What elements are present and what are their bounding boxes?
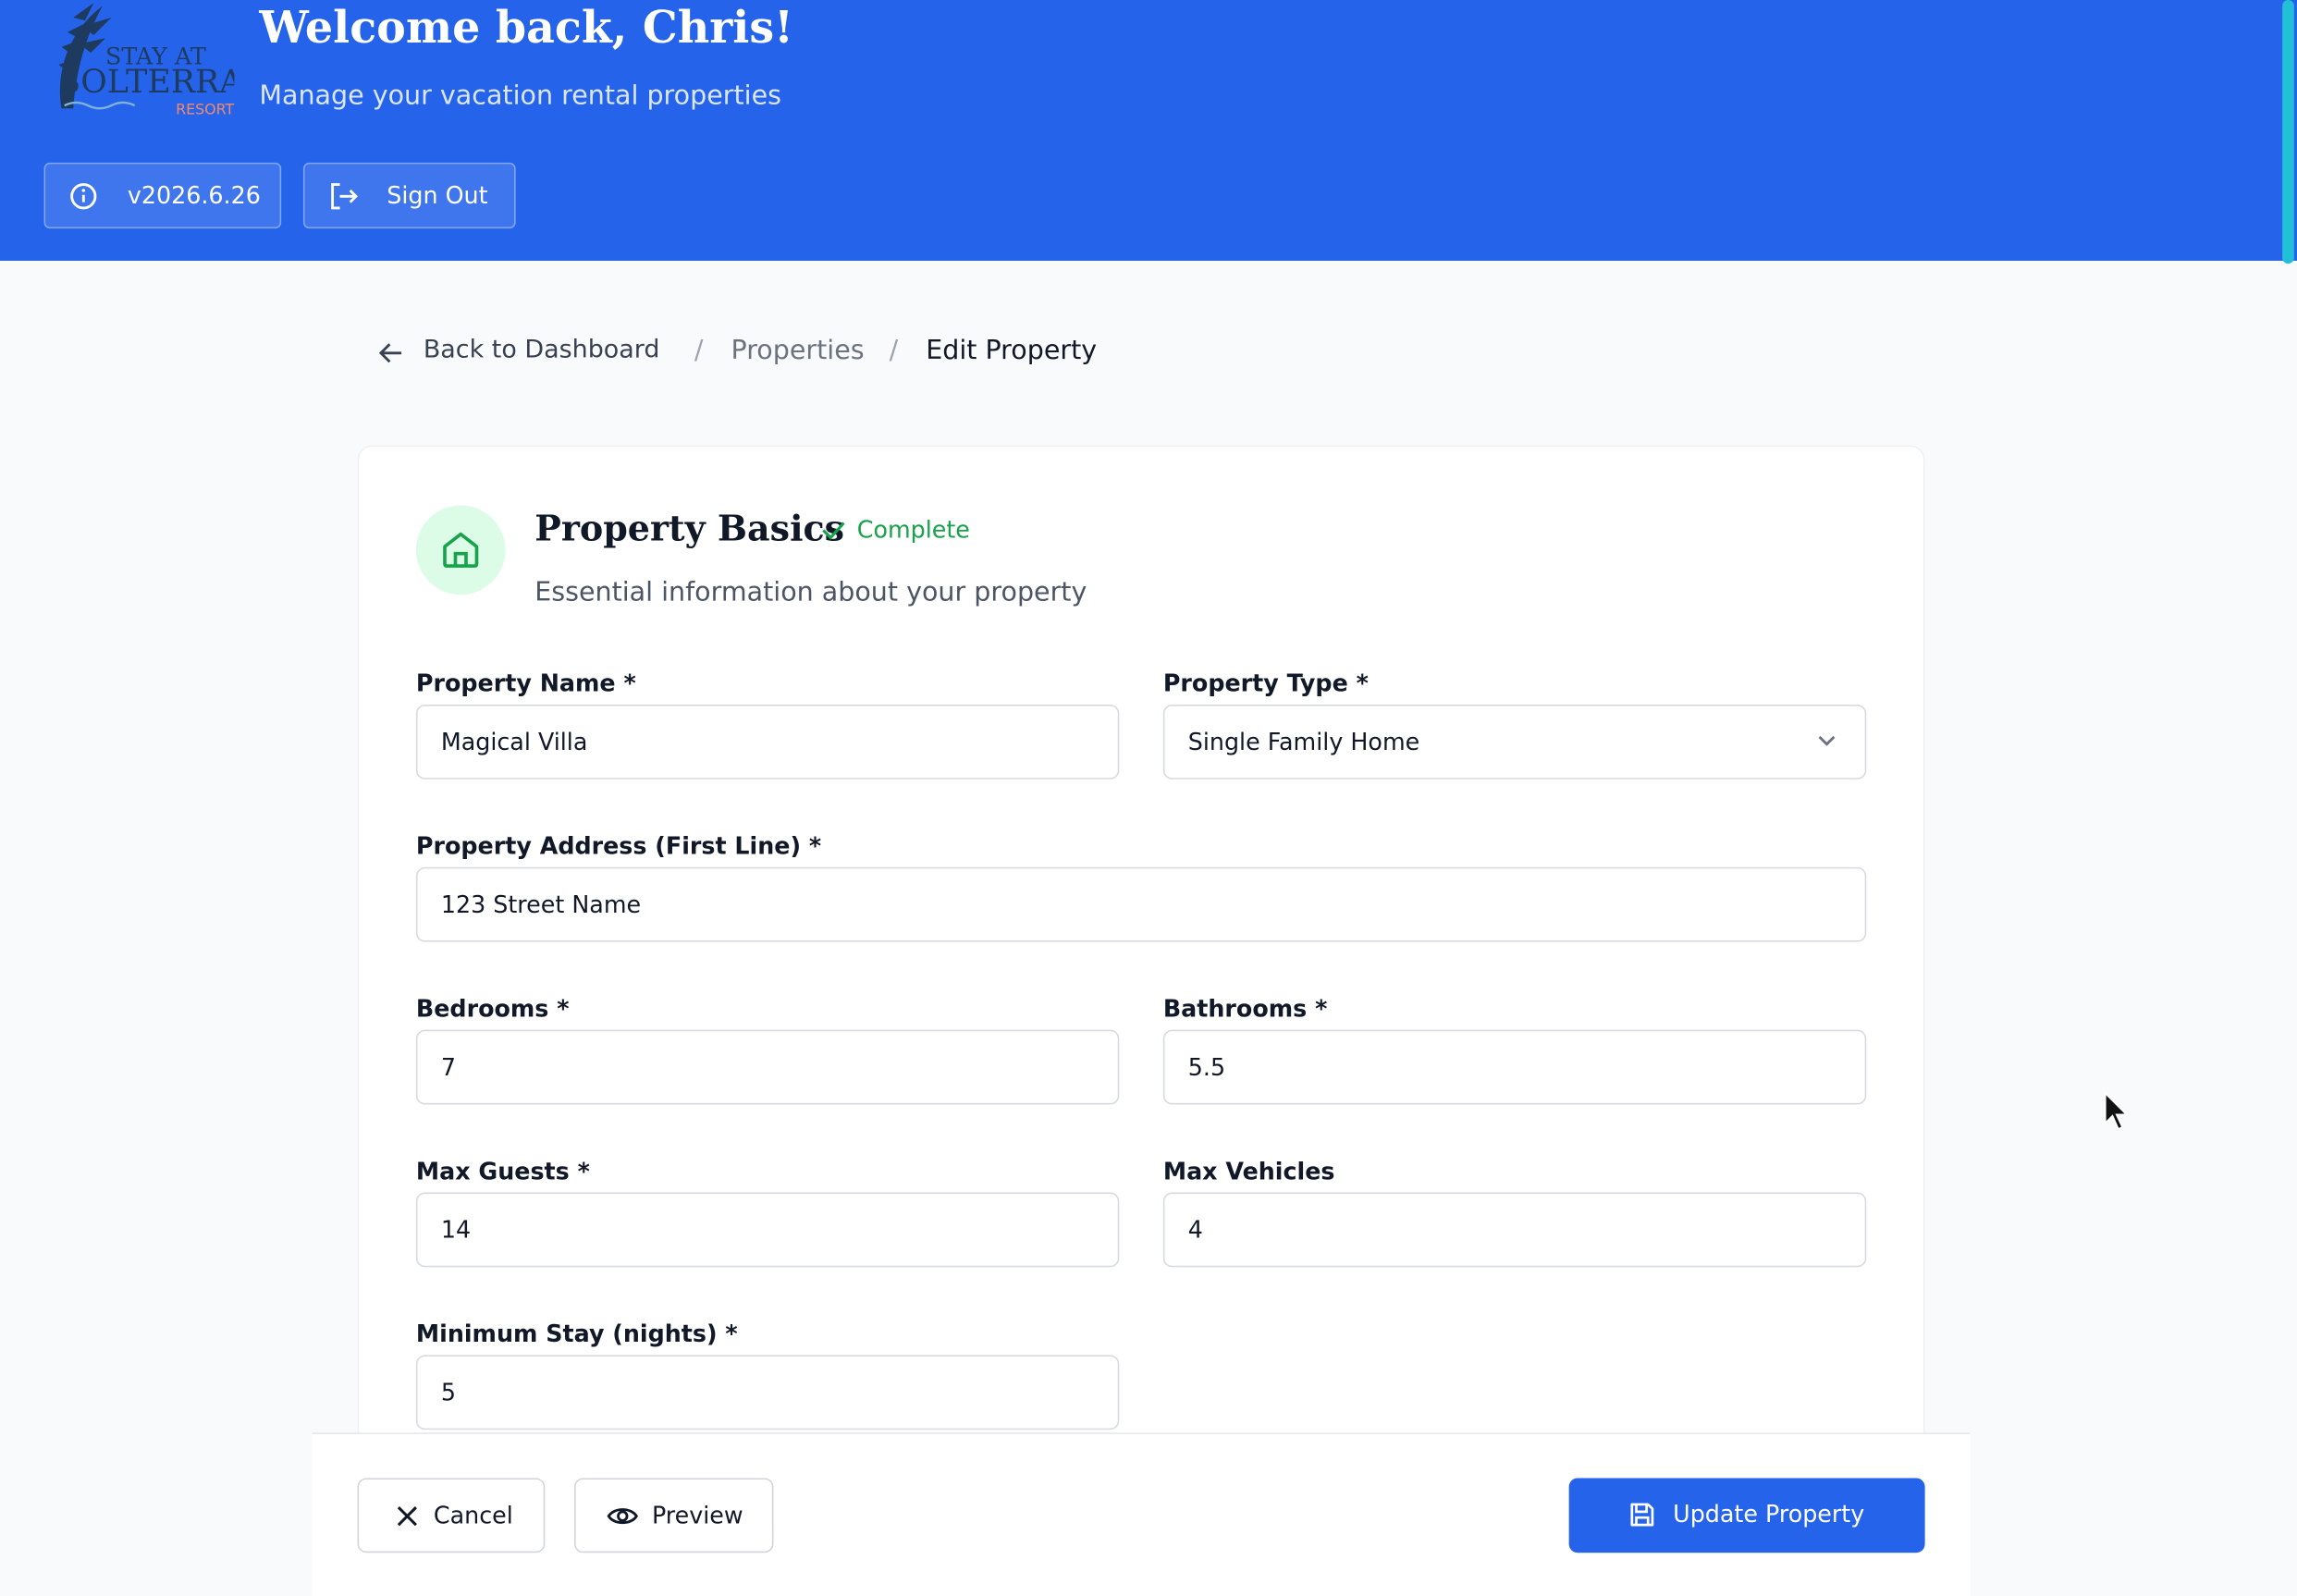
update-property-label: Update Property xyxy=(1673,1500,1865,1528)
preview-button[interactable]: Preview xyxy=(574,1478,774,1553)
close-icon xyxy=(397,1506,417,1527)
arrow-left-icon xyxy=(378,343,402,363)
app-header: STAY AT SOLTERRA RESORT Welcome back, Ch… xyxy=(0,0,2297,261)
info-icon xyxy=(70,183,97,210)
save-icon xyxy=(1630,1503,1654,1527)
cancel-label: Cancel xyxy=(433,1501,513,1529)
sign-out-button[interactable]: Sign Out xyxy=(302,162,516,229)
max-guests-input[interactable] xyxy=(415,1192,1120,1268)
property-type-value: Single Family Home xyxy=(1187,728,1420,756)
max-vehicles-label: Max Vehicles xyxy=(1162,1157,1335,1185)
chevron-down-icon xyxy=(1818,735,1836,746)
breadcrumb-separator: / xyxy=(694,335,704,367)
property-type-label: Property Type * xyxy=(1162,669,1369,698)
logo-line-3: RESORT xyxy=(176,101,234,118)
bathrooms-label: Bathrooms * xyxy=(1162,994,1328,1023)
property-type-select[interactable]: Single Family Home xyxy=(1162,704,1867,780)
sign-out-icon xyxy=(331,183,358,210)
version-label: v2026.6.26 xyxy=(127,181,261,210)
back-to-dashboard-label: Back to Dashboard xyxy=(423,335,660,365)
address-label: Property Address (First Line) * xyxy=(415,831,822,860)
breadcrumb-separator: / xyxy=(889,335,899,367)
version-button[interactable]: v2026.6.26 xyxy=(43,162,282,229)
header-subtitle: Manage your vacation rental properties xyxy=(259,80,781,112)
bathrooms-input[interactable] xyxy=(1162,1029,1867,1105)
update-property-button[interactable]: Update Property xyxy=(1568,1478,1925,1553)
breadcrumb-properties[interactable]: Properties xyxy=(731,336,865,366)
section-icon xyxy=(415,505,506,595)
page: STAY AT SOLTERRA RESORT Welcome back, Ch… xyxy=(0,0,2297,1596)
logo-line-2: SOLTERRA xyxy=(58,64,234,101)
sign-out-label: Sign Out xyxy=(387,181,488,210)
minimum-stay-label: Minimum Stay (nights) * xyxy=(415,1320,738,1348)
property-name-label: Property Name * xyxy=(415,669,636,698)
cancel-button[interactable]: Cancel xyxy=(357,1478,546,1553)
eye-icon xyxy=(607,1508,638,1525)
check-icon xyxy=(822,522,845,540)
section-title: Property Basics xyxy=(534,507,845,550)
property-name-input[interactable] xyxy=(415,704,1120,780)
status-label: Complete xyxy=(856,515,970,544)
minimum-stay-input[interactable] xyxy=(415,1355,1120,1430)
section-description: Essential information about your propert… xyxy=(534,577,1087,608)
breadcrumb-current: Edit Property xyxy=(926,335,1098,367)
scrollbar-thumb[interactable] xyxy=(2282,0,2294,264)
max-guests-label: Max Guests * xyxy=(415,1157,590,1185)
bedrooms-label: Bedrooms * xyxy=(415,994,570,1023)
home-icon xyxy=(443,532,479,568)
preview-label: Preview xyxy=(651,1501,743,1529)
resort-logo: STAY AT SOLTERRA RESORT xyxy=(58,3,234,118)
address-input[interactable] xyxy=(415,866,1867,942)
welcome-heading: Welcome back, Chris! xyxy=(259,3,793,55)
mouse-cursor-icon xyxy=(2104,1091,2130,1131)
bedrooms-input[interactable] xyxy=(415,1029,1120,1105)
max-vehicles-input[interactable] xyxy=(1162,1192,1867,1268)
